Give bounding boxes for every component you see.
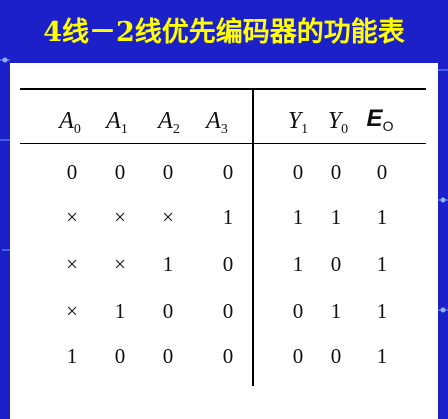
table-cell: 1 [330,205,342,229]
table-cell: 1 [66,344,78,368]
truth-table: A0 A1 A2 A3 Y1 Y0 EO 0 0 0 0 0 0 0 × × ×… [10,63,438,419]
table-cell: 0 [162,344,174,368]
table-cell: 1 [376,252,388,276]
table-cell: 0 [222,299,234,323]
table-cell: 1 [376,344,388,368]
table-cell: 1 [376,205,388,229]
table-cell: × [114,205,126,229]
table-cell: × [66,205,78,229]
header-a0: A0 [59,108,81,137]
table-cell: × [162,205,174,229]
table-cell: 0 [222,252,234,276]
table-cell: 0 [292,344,304,368]
header-a2: A2 [158,108,180,137]
header-eo: EO [366,105,394,134]
table-cell: 0 [222,344,234,368]
table-cell: 0 [330,344,342,368]
table-top-rule [20,88,426,90]
table-cell: 0 [162,299,174,323]
table-cell: 0 [330,252,342,276]
page-title: 4线－2线优先编码器的功能表 [43,17,405,48]
table-cell: 0 [114,344,126,368]
table-cell: × [66,252,78,276]
table-cell: 1 [222,205,234,229]
table-cell: 0 [292,299,304,323]
table-cell: 1 [292,205,304,229]
header-y0: Y0 [327,108,349,137]
header-a1: A1 [106,108,128,137]
table-cell: 1 [376,299,388,323]
table-cell: 1 [330,299,342,323]
header-y1: Y1 [287,108,309,137]
table-cell: 0 [376,160,388,184]
table-cell: 0 [292,160,304,184]
table-cell: × [66,299,78,323]
table-cell: × [114,252,126,276]
table-cell: 1 [162,252,174,276]
table-cell: 0 [66,160,78,184]
table-cell: 0 [162,160,174,184]
table-divider [252,88,254,386]
table-cell: 1 [292,252,304,276]
table-cell: 0 [330,160,342,184]
table-cell: 0 [114,160,126,184]
table-cell: 0 [222,160,234,184]
header-a3: A3 [206,108,228,137]
table-cell: 1 [114,299,126,323]
